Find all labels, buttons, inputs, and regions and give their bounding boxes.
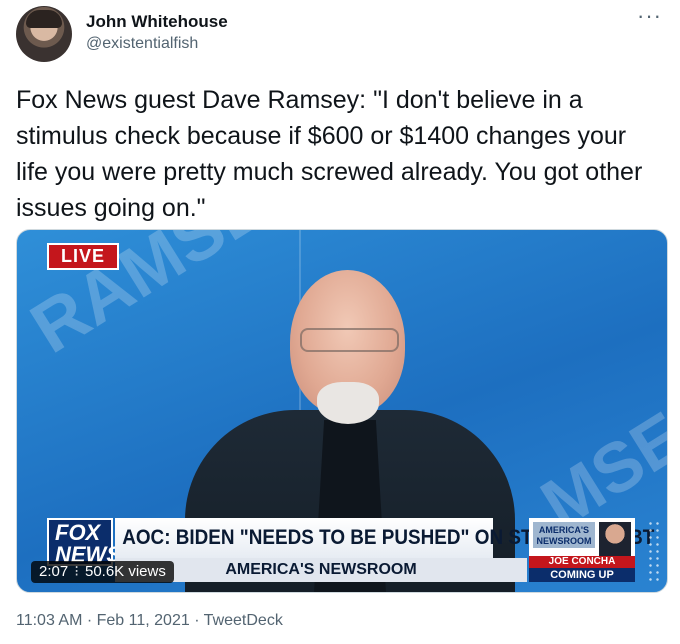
author-display-name[interactable]: John Whitehouse [86,12,228,32]
video-views: 50.6K views [84,563,166,580]
video-duration: 2:07 [39,563,69,580]
tweet-text: Fox News guest Dave Ramsey: "I don't bel… [16,86,643,222]
promo-guest-name: JOE CONCHA [529,556,635,568]
tweet-video[interactable]: RAMSE MSE LIVE FOX NEWS AOC: BIDEN "NEED… [16,229,668,593]
promo-coming-up: COMING UP [529,568,635,582]
overlay-separator: ⁝ [74,563,79,580]
speaker-beard [317,382,379,424]
promo-guest-photo [599,522,631,556]
speaker-glasses [300,328,399,352]
tweet-timestamp[interactable]: 11:03 AM · Feb 11, 2021 · TweetDeck [16,612,283,630]
avatar[interactable] [16,6,72,62]
live-badge: LIVE [47,243,120,270]
more-dots-icon[interactable]: ··· [637,5,662,27]
author-handle[interactable]: @existentialfish [86,35,198,53]
decorative-dots [647,520,661,582]
avatar-hair [26,10,62,28]
chyron-headline: AOC: BIDEN "NEEDS TO BE PUSHED" ON STUDE… [115,518,654,558]
coming-up-promo: AMERICA'S NEWSROOM JOE CONCHA COMING UP [529,518,635,582]
video-info-overlay: 2:07 ⁝ 50.6K views [31,561,174,583]
promo-brand: AMERICA'S NEWSROOM [533,522,595,548]
chyron-program-name: AMERICA'S NEWSROOM [115,558,527,582]
fox-news-logo: FOX NEWS [47,518,121,566]
